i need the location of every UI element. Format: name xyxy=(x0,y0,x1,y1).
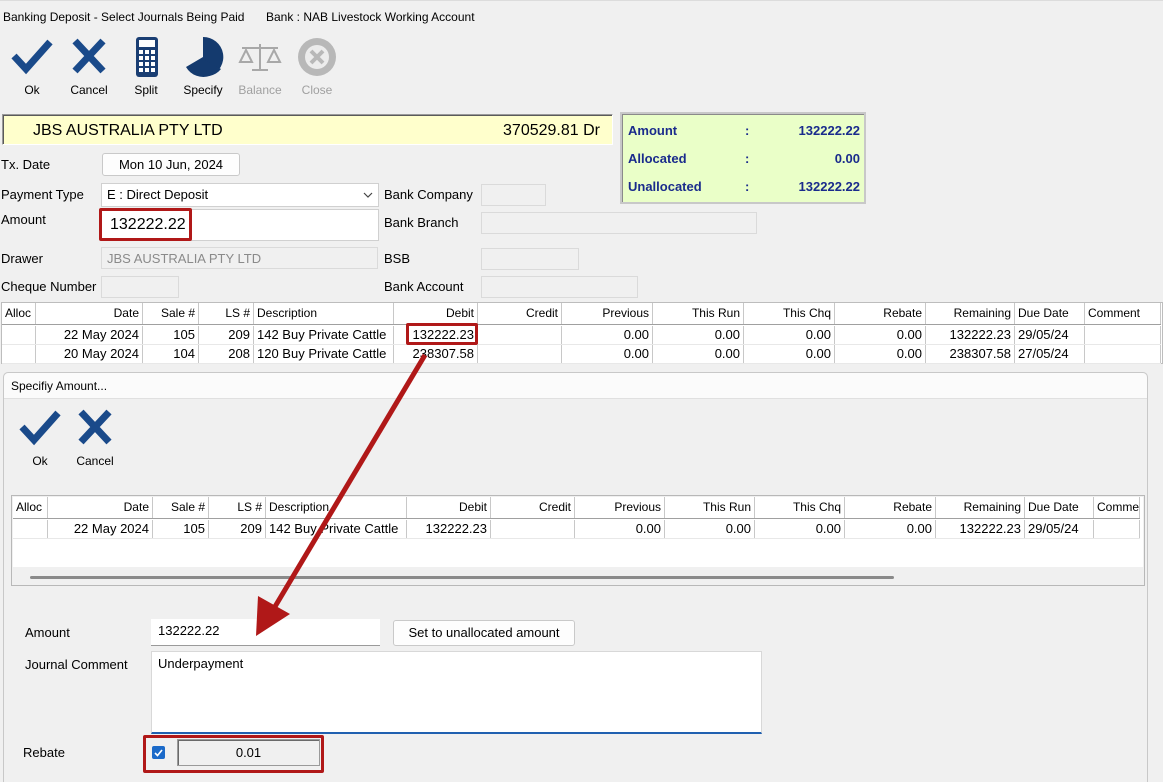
annotation-arrow xyxy=(256,353,428,636)
